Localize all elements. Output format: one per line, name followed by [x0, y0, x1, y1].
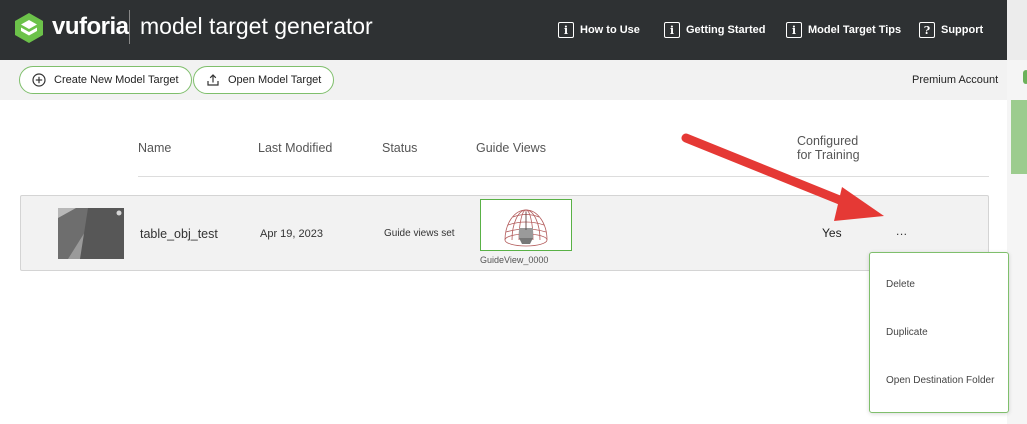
- info-icon: i: [664, 22, 680, 38]
- vuforia-logo-icon: [15, 13, 43, 43]
- row-last-modified: Apr 19, 2023: [260, 228, 323, 240]
- nav-label: How to Use: [580, 24, 640, 36]
- header-divider: [138, 176, 989, 177]
- column-header-name: Name: [138, 141, 172, 155]
- column-header-status: Status: [382, 141, 418, 155]
- guide-view-thumbnail[interactable]: [480, 199, 572, 251]
- question-icon: ?: [919, 22, 935, 38]
- app-header: vuforia model target generator i How to …: [0, 0, 1007, 60]
- nav-getting-started[interactable]: i Getting Started: [664, 20, 765, 40]
- nav-support[interactable]: ? Support: [919, 20, 983, 40]
- row-status: Guide views set: [384, 228, 455, 239]
- account-label[interactable]: Premium Account: [912, 74, 998, 86]
- row-more-options-button[interactable]: ...: [896, 224, 908, 238]
- brand-name: vuforia: [52, 13, 129, 40]
- nav-label: Getting Started: [686, 24, 766, 36]
- menu-item-open-destination-folder[interactable]: Open Destination Folder: [886, 375, 994, 386]
- model-thumbnail: [58, 208, 124, 259]
- row-name: table_obj_test: [140, 227, 218, 241]
- column-header-last-modified: Last Modified: [258, 141, 333, 155]
- open-label: Open Model Target: [228, 74, 322, 86]
- brand-divider: [129, 10, 130, 44]
- guide-view-dome-icon: [504, 209, 548, 247]
- guide-view-label: GuideView_0000: [480, 255, 549, 265]
- toolbar: Create New Model Target Open Model Targe…: [0, 60, 1007, 100]
- menu-item-duplicate[interactable]: Duplicate: [886, 327, 928, 338]
- create-new-model-target-button[interactable]: Create New Model Target: [19, 66, 192, 94]
- app-title: model target generator: [140, 13, 373, 39]
- side-panel-edge: [1007, 0, 1027, 424]
- row-configured: Yes: [822, 226, 842, 240]
- create-label: Create New Model Target: [54, 74, 179, 86]
- upload-icon: [207, 74, 219, 86]
- context-menu: Delete Duplicate Open Destination Folder: [869, 252, 1009, 413]
- nav-how-to-use[interactable]: i How to Use: [558, 20, 640, 40]
- open-model-target-button[interactable]: Open Model Target: [193, 66, 335, 94]
- column-header-configured-line2: for Training: [797, 148, 860, 162]
- menu-item-delete[interactable]: Delete: [886, 279, 915, 290]
- column-header-guide-views: Guide Views: [476, 141, 546, 155]
- nav-label: Support: [941, 24, 984, 36]
- column-header-configured: Configured: [797, 134, 859, 148]
- nav-model-target-tips[interactable]: i Model Target Tips: [786, 20, 901, 40]
- plus-circle-icon: [32, 73, 46, 87]
- nav-label: Model Target Tips: [808, 24, 902, 36]
- info-icon: i: [558, 22, 574, 38]
- info-icon: i: [786, 22, 802, 38]
